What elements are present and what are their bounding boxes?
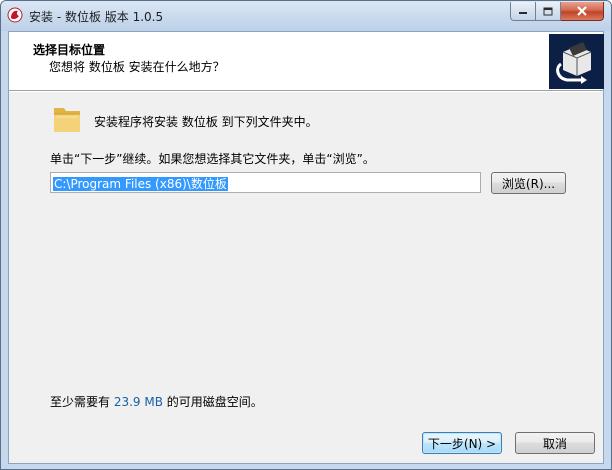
cancel-button[interactable]: 取消 xyxy=(515,432,595,454)
page-subtitle: 您想将 数位板 安装在什么地方？ xyxy=(49,60,225,74)
window-title: 安装 - 数位板 版本 1.0.5 xyxy=(29,10,164,24)
maximize-button[interactable] xyxy=(536,2,561,21)
close-icon xyxy=(577,6,587,16)
minimize-icon xyxy=(519,12,527,14)
header-separator xyxy=(9,90,603,92)
disk-space-prefix: 至少需要有 xyxy=(50,395,114,409)
continue-hint: 单击“下一步”继续。如果您想选择其它文件夹，单击“浏览”。 xyxy=(50,152,375,166)
destination-path-value: C:\Program Files (x86)\数位板 xyxy=(53,177,228,191)
wizard-image-icon xyxy=(549,34,604,89)
folder-icon xyxy=(54,108,80,132)
wizard-client-area: 选择目标位置 您想将 数位板 安装在什么地方？ 安装程序将安装 数位板 到下列文… xyxy=(8,31,604,464)
installer-window: 安装 - 数位板 版本 1.0.5 选择目标位置 您想将 数位板 安装在什么地方… xyxy=(0,0,612,470)
maximize-icon xyxy=(543,7,553,15)
close-button[interactable] xyxy=(561,2,604,21)
caption-buttons xyxy=(510,2,604,21)
destination-path-input[interactable]: C:\Program Files (x86)\数位板 xyxy=(50,172,481,193)
wizard-header: 选择目标位置 您想将 数位板 安装在什么地方？ xyxy=(9,32,604,90)
disk-space-text: 至少需要有 23.9 MB 的可用磁盘空间。 xyxy=(50,393,263,410)
page-title: 选择目标位置 xyxy=(33,43,106,57)
disk-space-suffix: 的可用磁盘空间。 xyxy=(162,395,263,409)
browse-button[interactable]: 浏览(R)... xyxy=(491,172,566,194)
disk-space-size: 23.9 MB xyxy=(113,395,163,409)
intro-text: 安装程序将安装 数位板 到下列文件夹中。 xyxy=(94,115,318,129)
next-button[interactable]: 下一步(N) > xyxy=(422,432,502,454)
minimize-button[interactable] xyxy=(510,2,536,21)
app-icon xyxy=(7,7,23,23)
title-bar[interactable]: 安装 - 数位板 版本 1.0.5 xyxy=(1,1,611,31)
